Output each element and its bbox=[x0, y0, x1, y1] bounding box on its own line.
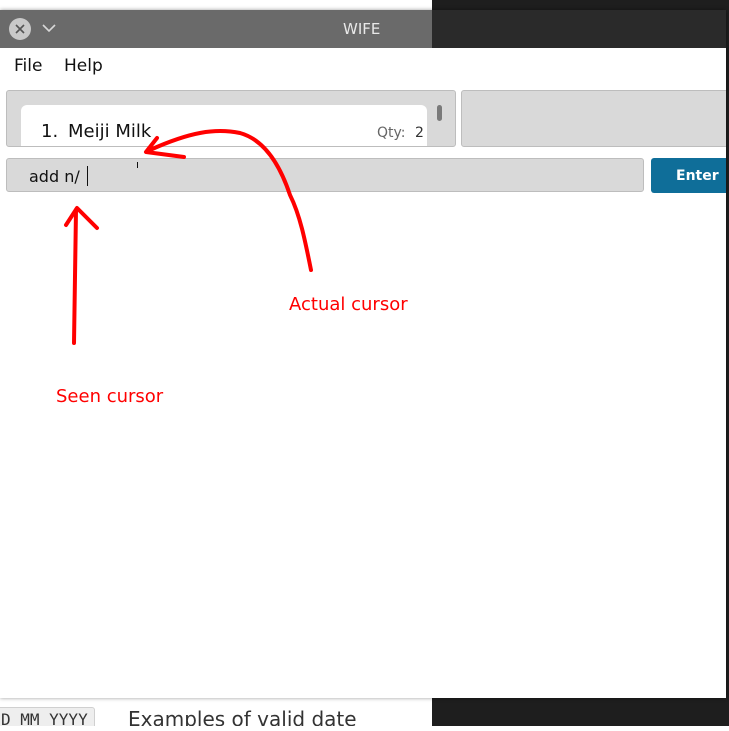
enter-button[interactable]: Enter bbox=[651, 158, 726, 193]
close-icon bbox=[15, 24, 25, 34]
background-document: D MM YYYY Examples of valid date bbox=[0, 697, 432, 726]
detail-panel bbox=[461, 90, 726, 147]
item-index: 1. bbox=[41, 121, 59, 142]
list-scrollbar[interactable] bbox=[437, 105, 442, 121]
menu-bar: File Help bbox=[0, 48, 726, 84]
qty-label: Qty: bbox=[377, 125, 406, 141]
list-item[interactable]: 1. Meiji Milk Qty: 2 bbox=[21, 105, 427, 146]
actual-text-caret bbox=[137, 162, 138, 168]
chevron-down-icon bbox=[42, 24, 56, 33]
window-menu-button[interactable] bbox=[40, 19, 58, 37]
window-title: WIFE bbox=[343, 20, 381, 38]
close-button[interactable] bbox=[9, 18, 31, 40]
command-input-value: add n/ bbox=[29, 167, 80, 186]
menu-file[interactable]: File bbox=[14, 56, 42, 76]
seen-text-caret bbox=[87, 166, 88, 186]
qty-value: 2 bbox=[415, 125, 424, 141]
app-window: WIFE File Help 1. Meiji Milk Qty: 2 add … bbox=[0, 10, 726, 698]
item-list-panel[interactable]: 1. Meiji Milk Qty: 2 bbox=[6, 90, 456, 147]
item-name: Meiji Milk bbox=[68, 121, 152, 142]
doc-text: Examples of valid date bbox=[128, 707, 357, 726]
doc-code-snippet: D MM YYYY bbox=[0, 707, 95, 726]
command-input[interactable]: add n/ bbox=[6, 158, 644, 192]
menu-help[interactable]: Help bbox=[64, 56, 103, 76]
title-bar: WIFE bbox=[0, 10, 726, 48]
